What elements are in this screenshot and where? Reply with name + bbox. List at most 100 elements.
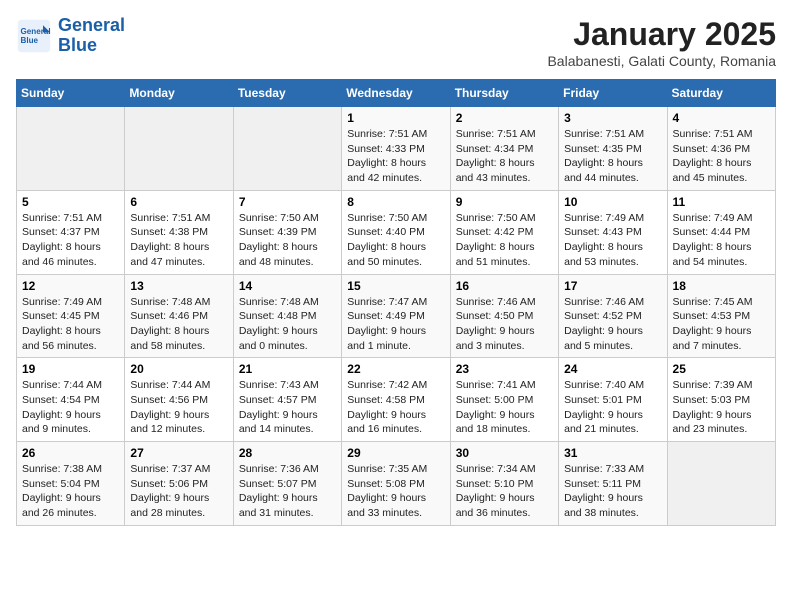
day-info: Sunrise: 7:51 AM Sunset: 4:33 PM Dayligh… [347,127,444,186]
calendar-header: Sunday Monday Tuesday Wednesday Thursday… [17,80,776,107]
day-info: Sunrise: 7:51 AM Sunset: 4:35 PM Dayligh… [564,127,661,186]
table-row: 8 Sunrise: 7:50 AM Sunset: 4:40 PM Daylig… [342,190,450,274]
calendar-week-2: 5 Sunrise: 7:51 AM Sunset: 4:37 PM Daylig… [17,190,776,274]
day-info: Sunrise: 7:40 AM Sunset: 5:01 PM Dayligh… [564,378,661,437]
day-info: Sunrise: 7:36 AM Sunset: 5:07 PM Dayligh… [239,462,336,521]
table-row: 24 Sunrise: 7:40 AM Sunset: 5:01 PM Dayli… [559,358,667,442]
day-info: Sunrise: 7:45 AM Sunset: 4:53 PM Dayligh… [673,295,770,354]
calendar-table: Sunday Monday Tuesday Wednesday Thursday… [16,79,776,526]
month-title: January 2025 [547,16,776,53]
day-info: Sunrise: 7:44 AM Sunset: 4:54 PM Dayligh… [22,378,119,437]
header-wednesday: Wednesday [342,80,450,107]
day-number: 8 [347,195,444,209]
calendar-body: 1Sunrise: 7:51 AM Sunset: 4:33 PM Daylig… [17,107,776,526]
logo-text: General Blue [58,16,125,56]
header-sunday: Sunday [17,80,125,107]
table-row: 26Sunrise: 7:38 AM Sunset: 5:04 PM Dayli… [17,442,125,526]
day-info: Sunrise: 7:51 AM Sunset: 4:34 PM Dayligh… [456,127,553,186]
day-number: 24 [564,362,661,376]
page-header: General Blue General Blue January 2025 B… [16,16,776,69]
day-info: Sunrise: 7:37 AM Sunset: 5:06 PM Dayligh… [130,462,227,521]
header-monday: Monday [125,80,233,107]
day-info: Sunrise: 7:33 AM Sunset: 5:11 PM Dayligh… [564,462,661,521]
table-row: 5 Sunrise: 7:51 AM Sunset: 4:37 PM Daylig… [17,190,125,274]
table-row: 15 Sunrise: 7:47 AM Sunset: 4:49 PM Dayli… [342,274,450,358]
day-info: Sunrise: 7:50 AM Sunset: 4:42 PM Dayligh… [456,211,553,270]
calendar-week-4: 19 Sunrise: 7:44 AM Sunset: 4:54 PM Dayli… [17,358,776,442]
table-row: 7Sunrise: 7:50 AM Sunset: 4:39 PM Daylig… [233,190,341,274]
table-row: 17 Sunrise: 7:46 AM Sunset: 4:52 PM Dayli… [559,274,667,358]
day-info: Sunrise: 7:48 AM Sunset: 4:46 PM Dayligh… [130,295,227,354]
table-row [667,442,775,526]
table-row: 19 Sunrise: 7:44 AM Sunset: 4:54 PM Dayli… [17,358,125,442]
table-row: 31 Sunrise: 7:33 AM Sunset: 5:11 PM Dayli… [559,442,667,526]
day-number: 9 [456,195,553,209]
table-row: 23 Sunrise: 7:41 AM Sunset: 5:00 PM Dayli… [450,358,558,442]
table-row: 21 Sunrise: 7:43 AM Sunset: 4:57 PM Dayli… [233,358,341,442]
day-info: Sunrise: 7:51 AM Sunset: 4:37 PM Dayligh… [22,211,119,270]
day-info: Sunrise: 7:50 AM Sunset: 4:39 PM Dayligh… [239,211,336,270]
day-number: 14 [239,279,336,293]
day-number: 31 [564,446,661,460]
table-row: 14 Sunrise: 7:48 AM Sunset: 4:48 PM Dayli… [233,274,341,358]
day-info: Sunrise: 7:41 AM Sunset: 5:00 PM Dayligh… [456,378,553,437]
table-row: 29Sunrise: 7:35 AM Sunset: 5:08 PM Dayli… [342,442,450,526]
svg-text:Blue: Blue [21,36,39,45]
weekday-header-row: Sunday Monday Tuesday Wednesday Thursday… [17,80,776,107]
day-info: Sunrise: 7:48 AM Sunset: 4:48 PM Dayligh… [239,295,336,354]
day-number: 10 [564,195,661,209]
day-info: Sunrise: 7:49 AM Sunset: 4:45 PM Dayligh… [22,295,119,354]
table-row: 6 Sunrise: 7:51 AM Sunset: 4:38 PM Daylig… [125,190,233,274]
day-info: Sunrise: 7:47 AM Sunset: 4:49 PM Dayligh… [347,295,444,354]
day-number: 11 [673,195,770,209]
day-info: Sunrise: 7:46 AM Sunset: 4:52 PM Dayligh… [564,295,661,354]
day-info: Sunrise: 7:42 AM Sunset: 4:58 PM Dayligh… [347,378,444,437]
day-number: 6 [130,195,227,209]
table-row: 9 Sunrise: 7:50 AM Sunset: 4:42 PM Daylig… [450,190,558,274]
day-info: Sunrise: 7:39 AM Sunset: 5:03 PM Dayligh… [673,378,770,437]
day-number: 27 [130,446,227,460]
day-number: 2 [456,111,553,125]
day-number: 17 [564,279,661,293]
day-number: 4 [673,111,770,125]
table-row: 11 Sunrise: 7:49 AM Sunset: 4:44 PM Dayli… [667,190,775,274]
calendar-week-3: 12Sunrise: 7:49 AM Sunset: 4:45 PM Dayli… [17,274,776,358]
header-saturday: Saturday [667,80,775,107]
day-number: 23 [456,362,553,376]
day-info: Sunrise: 7:49 AM Sunset: 4:43 PM Dayligh… [564,211,661,270]
day-info: Sunrise: 7:51 AM Sunset: 4:36 PM Dayligh… [673,127,770,186]
day-number: 26 [22,446,119,460]
day-number: 3 [564,111,661,125]
day-number: 18 [673,279,770,293]
header-thursday: Thursday [450,80,558,107]
day-number: 16 [456,279,553,293]
header-tuesday: Tuesday [233,80,341,107]
day-info: Sunrise: 7:50 AM Sunset: 4:40 PM Dayligh… [347,211,444,270]
table-row: 12Sunrise: 7:49 AM Sunset: 4:45 PM Dayli… [17,274,125,358]
day-number: 15 [347,279,444,293]
table-row: 18 Sunrise: 7:45 AM Sunset: 4:53 PM Dayli… [667,274,775,358]
table-row: 3 Sunrise: 7:51 AM Sunset: 4:35 PM Daylig… [559,107,667,191]
title-section: January 2025 Balabanesti, Galati County,… [547,16,776,69]
table-row [17,107,125,191]
day-number: 19 [22,362,119,376]
table-row: 4 Sunrise: 7:51 AM Sunset: 4:36 PM Daylig… [667,107,775,191]
table-row: 16 Sunrise: 7:46 AM Sunset: 4:50 PM Dayli… [450,274,558,358]
table-row: 2 Sunrise: 7:51 AM Sunset: 4:34 PM Daylig… [450,107,558,191]
day-number: 21 [239,362,336,376]
calendar-week-5: 26Sunrise: 7:38 AM Sunset: 5:04 PM Dayli… [17,442,776,526]
logo-icon: General Blue [16,18,52,54]
day-info: Sunrise: 7:35 AM Sunset: 5:08 PM Dayligh… [347,462,444,521]
day-info: Sunrise: 7:51 AM Sunset: 4:38 PM Dayligh… [130,211,227,270]
day-number: 25 [673,362,770,376]
table-row: 1Sunrise: 7:51 AM Sunset: 4:33 PM Daylig… [342,107,450,191]
table-row: 20Sunrise: 7:44 AM Sunset: 4:56 PM Dayli… [125,358,233,442]
table-row [125,107,233,191]
table-row [233,107,341,191]
table-row: 22Sunrise: 7:42 AM Sunset: 4:58 PM Dayli… [342,358,450,442]
logo: General Blue General Blue [16,16,125,56]
day-number: 5 [22,195,119,209]
day-info: Sunrise: 7:43 AM Sunset: 4:57 PM Dayligh… [239,378,336,437]
day-info: Sunrise: 7:46 AM Sunset: 4:50 PM Dayligh… [456,295,553,354]
day-info: Sunrise: 7:49 AM Sunset: 4:44 PM Dayligh… [673,211,770,270]
